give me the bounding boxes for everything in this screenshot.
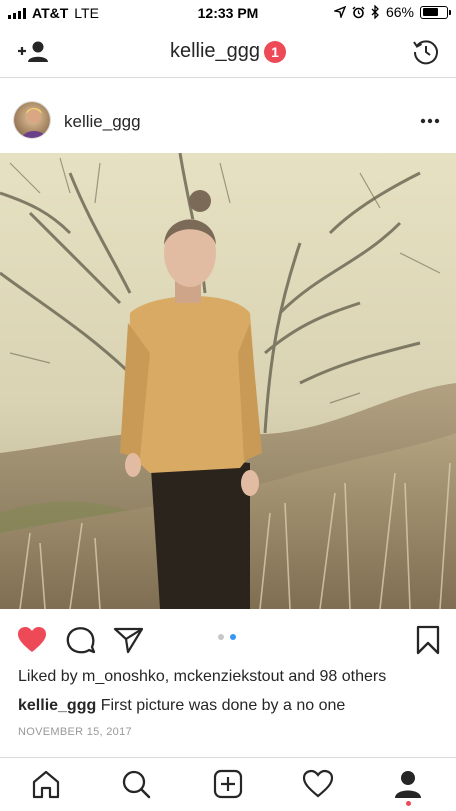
avatar[interactable] xyxy=(13,101,51,139)
carousel-dot-2 xyxy=(230,634,236,640)
search-icon[interactable] xyxy=(120,768,152,800)
comment-icon[interactable] xyxy=(65,624,97,656)
tab-bar xyxy=(0,757,456,811)
post-actions xyxy=(0,620,456,660)
caption-username[interactable]: kellie_ggg xyxy=(18,697,96,714)
status-right: 66% xyxy=(333,4,451,20)
photo-illustration xyxy=(0,153,456,609)
home-icon[interactable] xyxy=(30,768,62,800)
profile-header: kellie_ggg 1 xyxy=(0,26,456,78)
alarm-icon xyxy=(352,6,365,18)
battery-fill xyxy=(422,8,438,16)
activity-icon[interactable] xyxy=(302,768,334,800)
caption: kellie_ggg First picture was done by a n… xyxy=(18,697,345,715)
profile-notification-dot xyxy=(406,801,411,806)
new-post-icon[interactable] xyxy=(212,768,244,800)
profile-icon[interactable] xyxy=(392,768,424,800)
post-username[interactable]: kellie_ggg xyxy=(64,112,141,132)
share-icon[interactable] xyxy=(112,624,144,656)
more-options-icon[interactable] xyxy=(418,111,442,131)
location-icon xyxy=(333,6,346,18)
page-title[interactable]: kellie_ggg xyxy=(170,40,260,63)
title-wrap: kellie_ggg 1 xyxy=(0,40,456,63)
status-bar: AT&T LTE 12:33 PM 66% xyxy=(0,0,456,26)
battery-icon xyxy=(420,5,451,19)
bookmark-icon[interactable] xyxy=(412,624,444,656)
caption-text: First picture was done by a no one xyxy=(100,697,346,714)
carousel-indicator xyxy=(218,634,236,640)
bluetooth-icon xyxy=(371,5,379,19)
post-photo[interactable] xyxy=(0,153,456,609)
carousel-dot-1 xyxy=(218,634,224,640)
like-heart-icon[interactable] xyxy=(16,624,48,656)
post-header: kellie_ggg xyxy=(0,96,456,146)
history-icon[interactable] xyxy=(412,38,440,66)
likes-text[interactable]: Liked by m_onoshko, mckenziekstout and 9… xyxy=(18,668,386,686)
battery-percent: 66% xyxy=(385,4,414,20)
post-date: NOVEMBER 15, 2017 xyxy=(18,726,132,738)
notification-badge[interactable]: 1 xyxy=(264,40,287,63)
